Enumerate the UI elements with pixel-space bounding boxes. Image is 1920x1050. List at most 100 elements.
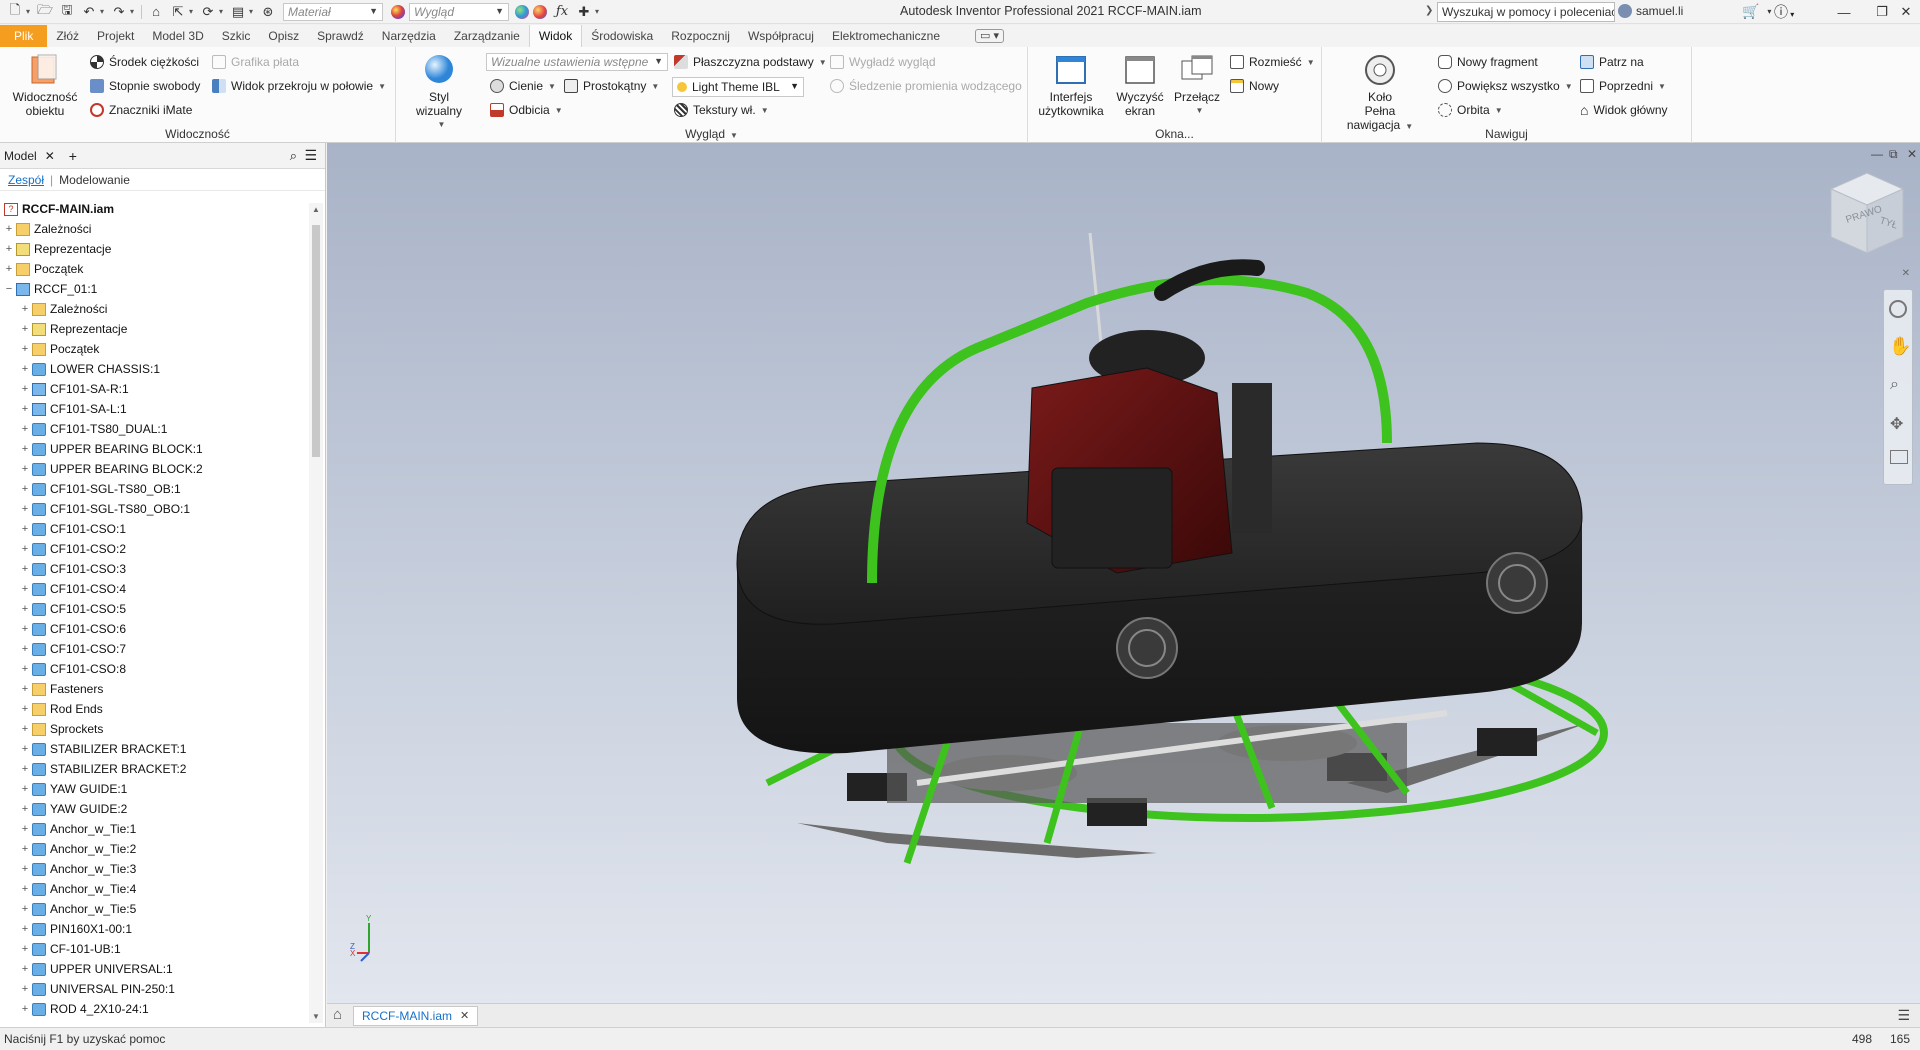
assembly-model-render[interactable] (327, 143, 1920, 1003)
new-fragment-button[interactable]: Nowy fragment (1438, 53, 1538, 71)
expand-icon[interactable]: + (20, 323, 30, 335)
tab-collaborate[interactable]: Współpracuj (739, 25, 823, 47)
tree-node[interactable]: + CF-101-UB:1 (0, 939, 306, 959)
expand-icon[interactable]: + (20, 743, 30, 755)
tree-node[interactable]: + CF101-SA-R:1 (0, 379, 306, 399)
tree-node[interactable]: + UNIVERSAL PIN-250:1 (0, 979, 306, 999)
tree-node[interactable]: + STABILIZER BRACKET:2 (0, 759, 306, 779)
add-icon[interactable]: ✚ (573, 2, 595, 22)
half-section-button[interactable]: Widok przekroju w połowie ▼ (212, 77, 386, 95)
expand-icon[interactable]: + (20, 823, 30, 835)
expand-icon[interactable]: + (20, 483, 30, 495)
tab-tools[interactable]: Narzędzia (373, 25, 445, 47)
tree-scrollbar[interactable]: ▲ ▼ (309, 203, 323, 1023)
expand-icon[interactable]: + (20, 303, 30, 315)
tree-node[interactable]: + Anchor_w_Tie:3 (0, 859, 306, 879)
expand-icon[interactable]: + (20, 443, 30, 455)
tab-manage[interactable]: Zarządzanie (445, 25, 529, 47)
tree-node[interactable]: + CF101-CSO:5 (0, 599, 306, 619)
tabs-menu-icon[interactable]: ☰ (1897, 1007, 1910, 1024)
expand-icon[interactable]: + (20, 603, 30, 615)
tab-get-started[interactable]: Rozpocznij (662, 25, 739, 47)
tree-node[interactable]: + CF101-CSO:1 (0, 519, 306, 539)
reflections-button[interactable]: Odbicia ▼ (490, 101, 563, 119)
update-icon[interactable]: ⟳ (197, 2, 219, 22)
close-icon[interactable]: ✕ (45, 149, 55, 163)
expand-icon[interactable]: + (20, 523, 30, 535)
minimize-icon[interactable]: — (1828, 0, 1860, 24)
switch-button[interactable]: Przełącz ▼ (1172, 53, 1222, 118)
visual-presets-combo[interactable]: Wizualne ustawienia wstępne ▼ (486, 53, 668, 71)
tree-node[interactable]: + Zależności (0, 219, 306, 239)
new-file-icon[interactable]: 🗋 (4, 2, 26, 22)
clean-screen-button[interactable]: Wyczyść ekran (1114, 53, 1166, 118)
expand-icon[interactable]: + (20, 923, 30, 935)
tab-3d-model[interactable]: Model 3D (143, 25, 212, 47)
tree-node[interactable]: − RCCF_01:1 (0, 279, 306, 299)
user-interface-button[interactable]: Interfejs użytkownika (1038, 53, 1104, 118)
tree-node[interactable]: + UPPER UNIVERSAL:1 (0, 959, 306, 979)
close-icon[interactable]: ✕ (1890, 0, 1920, 24)
menu-icon[interactable]: ☰ (304, 147, 317, 164)
expand-icon[interactable]: + (20, 943, 30, 955)
expand-icon[interactable]: + (20, 343, 30, 355)
browser-tab-model[interactable]: Model (4, 149, 37, 163)
tree-root[interactable]: ? RCCF-MAIN.iam (0, 199, 306, 219)
tree-node[interactable]: + PIN160X1-00:1 (0, 919, 306, 939)
expand-icon[interactable]: + (20, 883, 30, 895)
expand-icon[interactable]: + (20, 623, 30, 635)
subtab-assembly[interactable]: Zespół (8, 173, 44, 187)
expand-icon[interactable]: + (4, 223, 14, 235)
chevron-right-icon[interactable]: ❯ (1425, 5, 1433, 16)
expand-icon[interactable]: + (20, 1003, 30, 1015)
tab-annotate[interactable]: Opisz (259, 25, 308, 47)
expand-icon[interactable]: + (20, 903, 30, 915)
tree-node[interactable]: + Początek (0, 339, 306, 359)
tree-node[interactable]: + Reprezentacje (0, 239, 306, 259)
expand-icon[interactable]: + (20, 363, 30, 375)
expand-icon[interactable]: + (20, 663, 30, 675)
tab-environments[interactable]: Środowiska (582, 25, 662, 47)
home-icon[interactable]: ⌂ (145, 2, 167, 22)
expand-icon[interactable]: + (20, 583, 30, 595)
tree-node[interactable]: + Sprockets (0, 719, 306, 739)
tab-inspect[interactable]: Sprawdź (308, 25, 373, 47)
select-icon[interactable]: ⇱ (167, 2, 189, 22)
tree-node[interactable]: + CF101-SGL-TS80_OBO:1 (0, 499, 306, 519)
undo-icon[interactable]: ↶ (78, 2, 100, 22)
tree-node[interactable]: + UPPER BEARING BLOCK:1 (0, 439, 306, 459)
tree-node[interactable]: + CF101-CSO:4 (0, 579, 306, 599)
tree-node[interactable]: + Anchor_w_Tie:5 (0, 899, 306, 919)
parameters-fx-icon[interactable]: ƒx (551, 2, 573, 22)
arrange-button[interactable]: Rozmieść ▼ (1230, 53, 1315, 71)
help-search-input[interactable]: Wyszukaj w pomocy i poleceniach (1437, 2, 1615, 22)
search-icon[interactable]: ⌕ (290, 148, 297, 164)
orthographic-button[interactable]: Prostokątny ▼ (564, 77, 659, 95)
expand-icon[interactable]: + (20, 703, 30, 715)
home-tab-icon[interactable]: ⌂ (333, 1006, 342, 1023)
tree-node[interactable]: + STABILIZER BRACKET:1 (0, 739, 306, 759)
tree-node[interactable]: + CF101-CSO:6 (0, 619, 306, 639)
tree-node[interactable]: + Zależności (0, 299, 306, 319)
previous-view-button[interactable]: Poprzedni ▼ (1580, 77, 1666, 95)
properties-icon[interactable]: ▤ (227, 2, 249, 22)
tree-node[interactable]: + Anchor_w_Tie:4 (0, 879, 306, 899)
tree-node[interactable]: + LOWER CHASSIS:1 (0, 359, 306, 379)
cart-icon[interactable]: 🛒 (1742, 3, 1759, 20)
tree-node[interactable]: + CF101-TS80_DUAL:1 (0, 419, 306, 439)
expand-icon[interactable]: + (20, 403, 30, 415)
material-browser-icon[interactable]: ⊛ (257, 2, 279, 22)
expand-icon[interactable]: + (20, 723, 30, 735)
expand-icon[interactable]: + (20, 383, 30, 395)
tree-node[interactable]: + Anchor_w_Tie:1 (0, 819, 306, 839)
expand-icon[interactable]: + (20, 963, 30, 975)
expand-icon[interactable]: + (20, 423, 30, 435)
tree-node[interactable]: + Rod Ends (0, 699, 306, 719)
full-navigation-wheel-button[interactable]: Koło Pełna nawigacja ▼ (1332, 53, 1428, 134)
tree-node[interactable]: + YAW GUIDE:1 (0, 779, 306, 799)
expand-icon[interactable]: + (20, 783, 30, 795)
expand-icon[interactable]: + (20, 763, 30, 775)
zoom-all-button[interactable]: Powiększ wszystko ▼ (1438, 77, 1573, 95)
tree-node[interactable]: + CF101-CSO:7 (0, 639, 306, 659)
expand-icon[interactable]: + (20, 463, 30, 475)
